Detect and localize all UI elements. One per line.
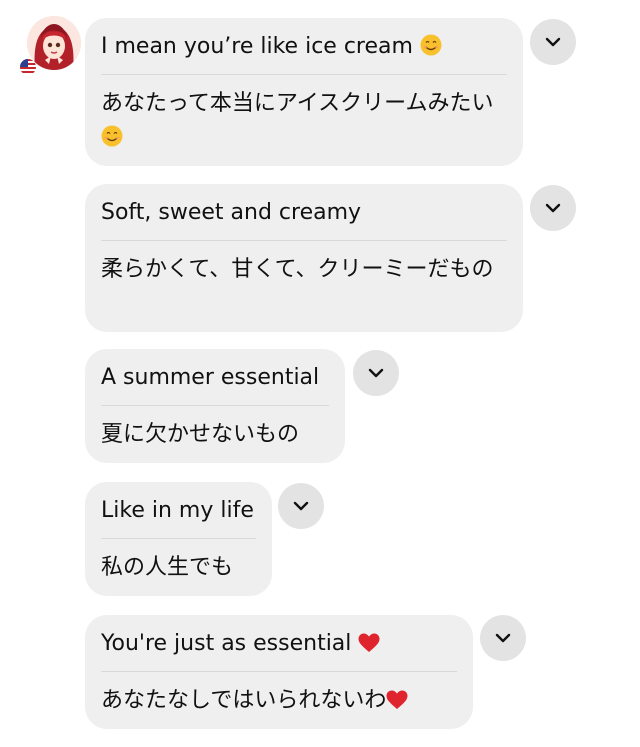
english-text: I mean you’re like ice cream (101, 34, 413, 59)
expand-translation-button[interactable] (353, 350, 399, 396)
smile-emoji-icon (420, 34, 442, 56)
avatar-icon (27, 16, 81, 70)
english-text: You're just as essential (101, 631, 352, 656)
expand-translation-button[interactable] (530, 19, 576, 65)
translation-text: 私の人生でも (101, 555, 234, 580)
translation-text: あなたって本当にアイスクリームみたい (101, 91, 494, 116)
flag-badge (20, 59, 36, 75)
message-bubble: Soft, sweet and creamy 柔らかくて、甘くて、クリーミーだも… (85, 184, 523, 332)
us-flag-icon (20, 59, 36, 75)
english-text-row: I mean you’re like ice cream (101, 18, 507, 74)
message-bubble: I mean you’re like ice cream あなたって本当にアイス… (85, 18, 523, 166)
heart-emoji-icon (386, 690, 408, 709)
translation-text: あなたなしではいられないわ (101, 688, 387, 713)
chevron-down-icon (368, 368, 384, 378)
chevron-down-icon (545, 203, 561, 213)
message-bubble: You're just as essential あなたなしではいられないわ (85, 615, 473, 729)
chevron-down-icon (545, 37, 561, 47)
translation-text-row: あなたなしではいられないわ (101, 672, 457, 718)
expand-translation-button[interactable] (530, 185, 576, 231)
translation-text: 柔らかくて、甘くて、クリーミーだもの (101, 257, 494, 282)
smile-emoji-icon (101, 125, 123, 147)
english-text: Like in my life (101, 498, 254, 523)
expand-translation-button[interactable] (480, 615, 526, 661)
chevron-down-icon (495, 633, 511, 643)
translation-text: 夏に欠かせないもの (101, 422, 300, 447)
english-text-row: You're just as essential (101, 615, 457, 671)
chevron-down-icon (293, 501, 309, 511)
message-bubble: Like in my life 私の人生でも (85, 482, 272, 596)
translation-text-row: あなたって本当にアイスクリームみたい (101, 75, 507, 155)
expand-translation-button[interactable] (278, 483, 324, 529)
english-text: Soft, sweet and creamy (101, 200, 362, 225)
heart-emoji-icon (358, 633, 380, 652)
english-text: A summer essential (101, 365, 320, 390)
message-bubble: A summer essential 夏に欠かせないもの (85, 349, 345, 463)
avatar[interactable] (27, 16, 81, 70)
